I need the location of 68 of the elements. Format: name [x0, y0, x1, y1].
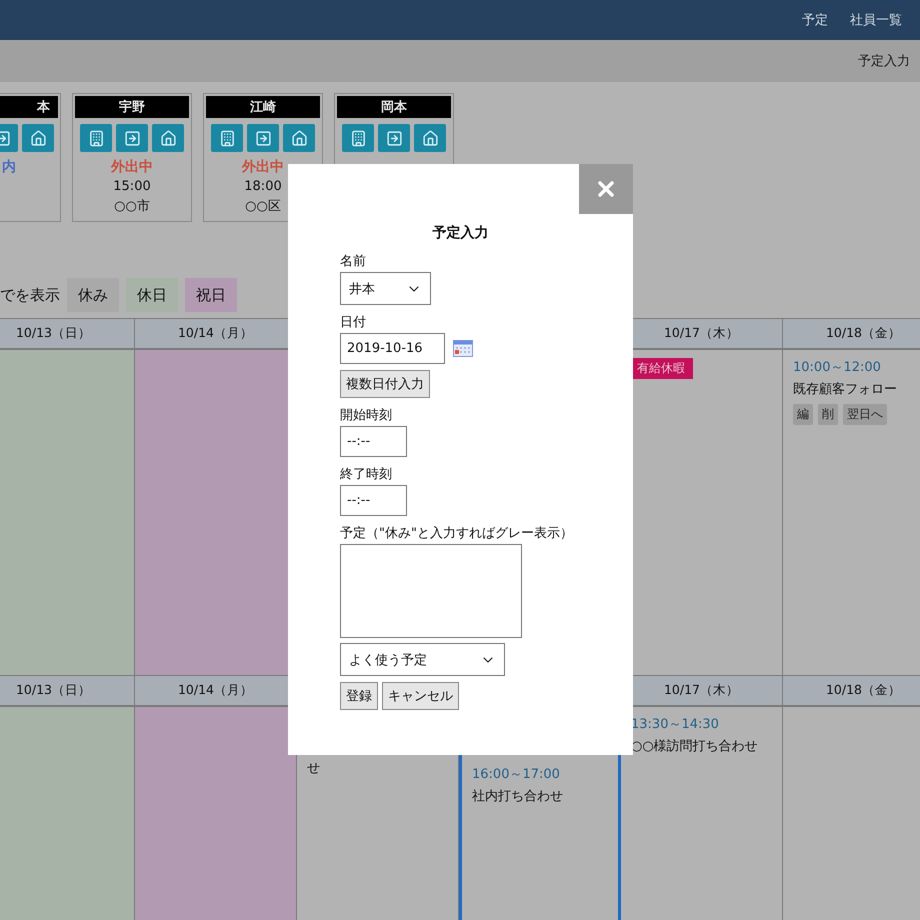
- house-icon: [160, 130, 176, 146]
- field-label: 終了時刻: [340, 466, 392, 483]
- return-time: 15:00: [113, 179, 151, 194]
- event-title: 社内打ち合わせ: [472, 788, 563, 805]
- event-time: 13:30～14:30: [631, 716, 719, 733]
- form-button[interactable]: キャンセル: [382, 682, 459, 710]
- name-select[interactable]: 井本: [340, 272, 431, 305]
- destination: ○○市: [114, 198, 150, 215]
- office-button[interactable]: [342, 124, 374, 152]
- building-icon: [350, 130, 366, 146]
- start-time-field[interactable]: --:--: [340, 426, 407, 457]
- go-out-button[interactable]: [116, 124, 148, 152]
- field-label: 予定（"休み"と入力すればグレー表示）: [340, 525, 573, 542]
- day-header: 10/18（金）: [783, 318, 920, 350]
- go-out-button[interactable]: [247, 124, 279, 152]
- event-time: 10:00～12:00: [793, 359, 881, 376]
- arrow-right-icon: [124, 130, 140, 146]
- employee-name: 宇野: [75, 96, 189, 118]
- date-field[interactable]: 2019-10-16: [340, 333, 445, 364]
- home-button[interactable]: [283, 124, 315, 152]
- building-icon: [88, 130, 104, 146]
- schedule-entry-link[interactable]: 予定入力: [858, 52, 910, 70]
- day-header: 10/13（日）: [0, 318, 135, 350]
- field-label: 日付: [340, 314, 366, 331]
- legend-chip: 休日: [126, 278, 178, 312]
- nav-link[interactable]: 予定: [802, 11, 828, 29]
- legend-chip: 祝日: [185, 278, 237, 312]
- go-out-button[interactable]: [378, 124, 410, 152]
- nav-link[interactable]: 社員一覧: [850, 11, 902, 29]
- multi-date-button[interactable]: 複数日付入力: [340, 370, 430, 398]
- employee-name: 本: [0, 96, 58, 118]
- destination: ○○区: [245, 198, 281, 215]
- office-button[interactable]: [80, 124, 112, 152]
- employee-name: 岡本: [337, 96, 451, 118]
- legend-text: でを表示: [0, 286, 60, 304]
- event-title: 既存顧客フォロー: [793, 381, 897, 398]
- schedule-text-area[interactable]: [340, 544, 522, 638]
- event-time: 16:00～17:00: [472, 766, 560, 783]
- close-button[interactable]: [579, 164, 633, 214]
- employee-name: 江崎: [206, 96, 320, 118]
- field-label: 名前: [340, 253, 366, 270]
- event-action-button[interactable]: 編: [793, 404, 813, 425]
- end-time-field[interactable]: --:--: [340, 485, 407, 516]
- event-action-button[interactable]: 翌日へ: [843, 404, 887, 425]
- event-action-button[interactable]: 削: [818, 404, 838, 425]
- office-button[interactable]: [211, 124, 243, 152]
- return-time: 18:00: [244, 179, 282, 194]
- employee-status: 内: [2, 158, 17, 176]
- day-header: 10/18（金）: [783, 675, 920, 707]
- field-label: 開始時刻: [340, 407, 392, 424]
- event-title: せ: [307, 760, 320, 777]
- building-icon: [218, 130, 236, 146]
- house-icon: [30, 130, 46, 146]
- home-button[interactable]: [152, 124, 184, 152]
- day-header: 10/13（日）: [0, 675, 135, 707]
- arrow-right-icon: [254, 130, 272, 146]
- home-button[interactable]: [22, 124, 54, 152]
- house-icon: [422, 130, 438, 146]
- calendar-icon: [453, 340, 473, 357]
- employee-status: 外出中: [242, 158, 284, 176]
- house-icon: [290, 130, 308, 146]
- home-button[interactable]: [414, 124, 446, 152]
- form-button[interactable]: 登録: [340, 682, 378, 710]
- preset-select[interactable]: よく使う予定: [340, 643, 505, 676]
- employee-status: 外出中: [111, 158, 153, 176]
- dialog-title: 予定入力: [432, 224, 490, 242]
- legend-chip: 休み: [67, 278, 119, 312]
- arrow-right-icon: [386, 130, 402, 146]
